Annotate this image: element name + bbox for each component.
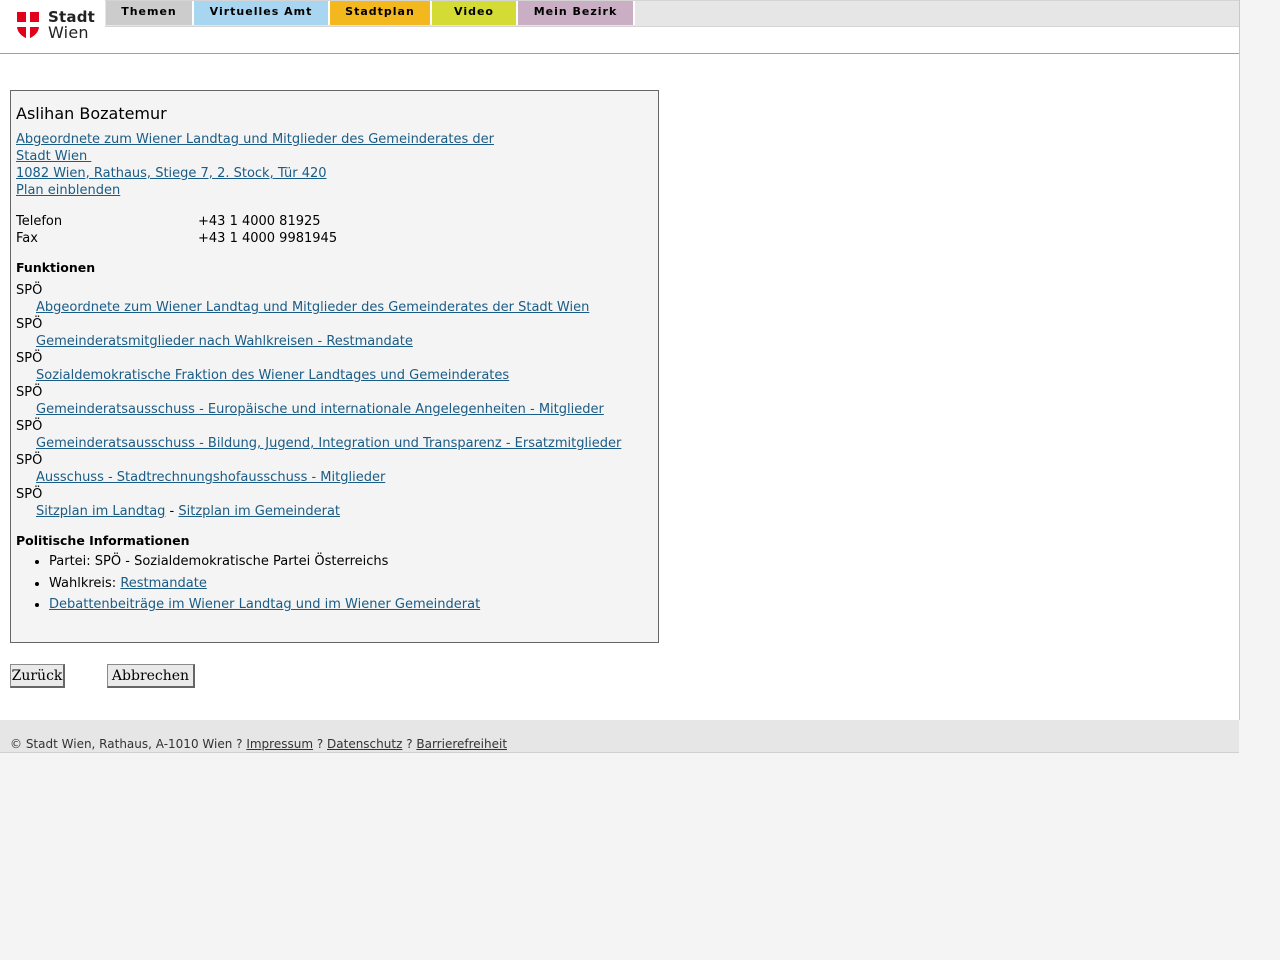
nav-tab-label: Video <box>454 5 494 18</box>
footer-text: © Stadt Wien, Rathaus, A-1010 Wien ? Imp… <box>10 737 507 751</box>
seating-separator: - <box>165 504 179 519</box>
nav-tab-label: Themen <box>121 5 177 18</box>
nav-tab-mein-bezirk[interactable]: Mein Bezirk <box>518 1 635 25</box>
list-item: Wahlkreis: Restmandate <box>49 573 480 595</box>
nav-tab-label: Mein Bezirk <box>533 5 618 18</box>
function-link[interactable]: Ausschuss - Stadtrechnungshofausschuss -… <box>36 470 385 485</box>
logo-text: Stadt Wien <box>48 9 95 41</box>
vienna-shield-icon <box>17 12 39 39</box>
datenschutz-link[interactable]: Datenschutz <box>327 737 402 751</box>
function-link[interactable]: Sozialdemokratische Fraktion des Wiener … <box>36 368 509 383</box>
debates-link[interactable]: Debattenbeiträge im Wiener Landtag und i… <box>49 597 480 612</box>
function-link[interactable]: Gemeinderatsmitglieder nach Wahlkreisen … <box>36 334 413 349</box>
function-link[interactable]: Gemeinderatsausschuss - Bildung, Jugend,… <box>36 436 621 451</box>
nav-tab-label: Virtuelles Amt <box>209 5 313 18</box>
footer: © Stadt Wien, Rathaus, A-1010 Wien ? Imp… <box>0 720 1239 753</box>
phone-label: Telefon <box>16 214 63 229</box>
stadt-wien-logo[interactable]: Stadt Wien <box>16 9 106 43</box>
seating-plan-links: Sitzplan im Landtag - Sitzplan im Gemein… <box>36 504 340 519</box>
function-link[interactable]: Gemeinderatsausschuss - Europäische und … <box>36 402 604 417</box>
seating-plan-landtag-link[interactable]: Sitzplan im Landtag <box>36 504 165 519</box>
functions-heading: Funktionen <box>16 260 96 275</box>
address-link[interactable]: 1082 Wien, Rathaus, Stiege 7, 2. Stock, … <box>16 166 327 181</box>
function-party: SPÖ <box>16 351 43 366</box>
list-item: Partei: SPÖ - Sozialdemokratische Partei… <box>49 551 480 573</box>
copyright: © Stadt Wien, Rathaus, A-1010 Wien <box>10 737 233 751</box>
party-info: Partei: SPÖ - Sozialdemokratische Partei… <box>49 554 389 569</box>
footer-separator: ? <box>402 737 417 751</box>
function-party: SPÖ <box>16 453 43 468</box>
organisation-link-line2[interactable]: Stadt Wien <box>16 149 91 164</box>
nav-tab-video[interactable]: Video <box>432 1 518 25</box>
function-party: SPÖ <box>16 283 43 298</box>
organisation-link-line1[interactable]: Abgeordnete zum Wiener Landtag und Mitgl… <box>16 132 494 147</box>
footer-separator: ? <box>313 737 328 751</box>
header: Stadt Wien Themen Virtuelles Amt Stadtpl… <box>0 0 1239 54</box>
barrierefreiheit-link[interactable]: Barrierefreiheit <box>416 737 507 751</box>
fax-label: Fax <box>16 231 38 246</box>
impressum-link[interactable]: Impressum <box>246 737 313 751</box>
seating-plan-gemeinderat-link[interactable]: Sitzplan im Gemeinderat <box>178 504 340 519</box>
function-party: SPÖ <box>16 487 43 502</box>
show-map-link[interactable]: Plan einblenden <box>16 183 120 198</box>
function-party: SPÖ <box>16 385 43 400</box>
district-link[interactable]: Restmandate <box>120 576 207 591</box>
back-button[interactable]: Zurück <box>10 664 65 688</box>
person-name: Aslihan Bozatemur <box>16 104 167 123</box>
nav-tab-stadtplan[interactable]: Stadtplan <box>330 1 432 25</box>
nav-tab-label: Stadtplan <box>345 5 415 18</box>
function-link[interactable]: Abgeordnete zum Wiener Landtag und Mitgl… <box>36 300 589 315</box>
list-item: Debattenbeiträge im Wiener Landtag und i… <box>49 594 480 616</box>
political-info-heading: Politische Informationen <box>16 533 190 548</box>
footer-separator: ? <box>232 737 247 751</box>
political-info-list: Partei: SPÖ - Sozialdemokratische Partei… <box>16 551 480 616</box>
nav-tab-virtuelles-amt[interactable]: Virtuelles Amt <box>194 1 330 25</box>
logo-line2: Wien <box>48 23 89 42</box>
function-party: SPÖ <box>16 317 43 332</box>
phone-value: +43 1 4000 81925 <box>198 214 321 229</box>
fax-value: +43 1 4000 9981945 <box>198 231 338 246</box>
nav-tab-themen[interactable]: Themen <box>106 1 194 25</box>
page: Stadt Wien Themen Virtuelles Amt Stadtpl… <box>0 0 1240 720</box>
function-party: SPÖ <box>16 419 43 434</box>
district-label: Wahlkreis: <box>49 575 121 591</box>
cancel-button[interactable]: Abbrechen <box>107 664 195 688</box>
